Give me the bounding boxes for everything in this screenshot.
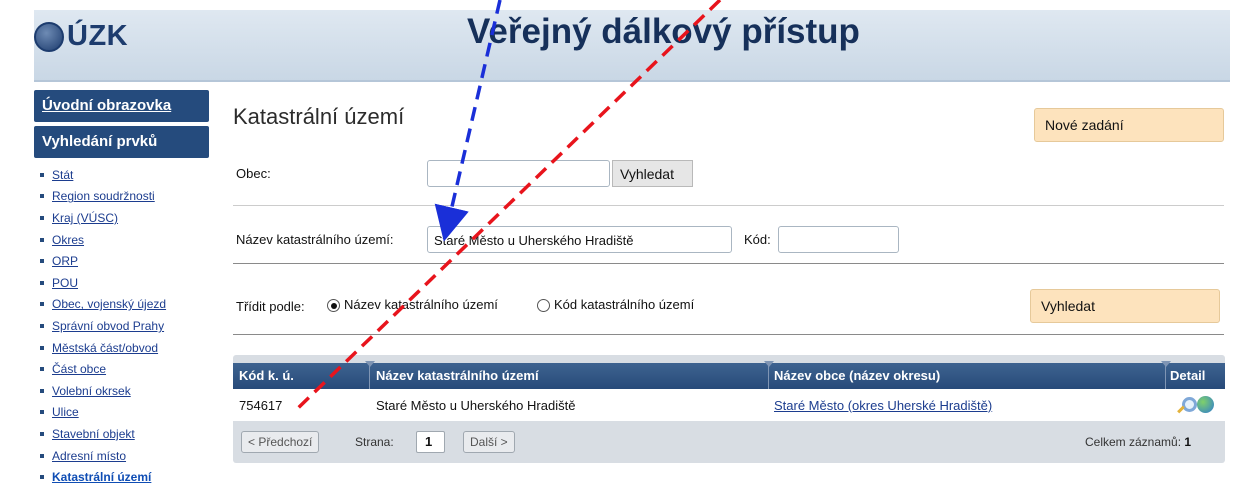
sidebar-item-label: Stát	[52, 167, 74, 182]
sidebar-item-pou[interactable]: POU	[34, 272, 209, 294]
sidebar-item-label: Region soudržnosti	[52, 189, 155, 204]
sidebar-item-stat[interactable]: Stát	[34, 164, 209, 186]
sort-option-label: Kód katastrálního území	[554, 297, 695, 312]
kod-label: Kód:	[744, 232, 771, 247]
bullet-icon	[40, 280, 44, 285]
pagination: < Předchozí Strana: 1 Další > Celkem záz…	[233, 421, 1225, 463]
bullet-icon	[40, 388, 44, 393]
column-header-obec[interactable]: Název obce (název okresu)	[774, 368, 940, 383]
column-header-nazev[interactable]: Název katastrálního území	[376, 368, 539, 383]
radio-selected-icon	[327, 299, 340, 313]
sort-option-label: Název katastrálního území	[344, 297, 498, 312]
total-label: Celkem záznamů:	[1085, 435, 1182, 449]
sidebar-item-label: Ulice	[52, 405, 79, 420]
bullet-icon	[40, 215, 44, 220]
magnifier-icon[interactable]	[1175, 395, 1197, 415]
bullet-icon	[40, 345, 44, 350]
new-query-button[interactable]: Nové zadání	[1034, 108, 1224, 142]
results-table: Kód k. ú. Název katastrálního území Náze…	[233, 355, 1225, 463]
sidebar: Úvodní obrazovka Vyhledání prvků Stát Re…	[34, 90, 209, 488]
divider	[233, 334, 1224, 335]
bullet-icon	[40, 323, 44, 328]
sidebar-item-region[interactable]: Region soudržnosti	[34, 186, 209, 208]
page-label: Strana:	[355, 435, 394, 449]
kod-input[interactable]	[778, 226, 899, 253]
sidebar-item-label: Část obce	[52, 362, 107, 377]
sidebar-home-link[interactable]: Úvodní obrazovka	[34, 90, 209, 122]
bullet-icon	[40, 302, 44, 307]
table-row[interactable]: 754617 Staré Město u Uherského Hradiště …	[233, 389, 1225, 421]
bullet-icon	[40, 367, 44, 372]
sidebar-item-label: Městská část/obvod	[52, 340, 159, 355]
sidebar-item-okres[interactable]: Okres	[34, 229, 209, 251]
logo-text: ÚZK	[67, 20, 129, 52]
sort-arrow-icon	[764, 361, 774, 367]
sidebar-item-adresni-misto[interactable]: Adresní místo	[34, 445, 209, 467]
bullet-icon	[40, 194, 44, 199]
cell-obec-link[interactable]: Staré Město (okres Uherské Hradiště)	[774, 398, 992, 413]
sidebar-item-label: Kraj (VÚSC)	[52, 210, 119, 225]
sort-by-code-radio[interactable]: Kód katastrálního území	[537, 297, 695, 313]
sidebar-item-volebni-okrsek[interactable]: Volební okrsek	[34, 380, 209, 402]
sort-by-name-radio[interactable]: Název katastrálního území	[327, 297, 498, 313]
obec-input[interactable]	[427, 160, 610, 187]
previous-page-button[interactable]: < Předchozí	[241, 431, 320, 453]
divider	[233, 263, 1224, 264]
globe-logo-icon	[34, 21, 64, 52]
sort-arrow-icon	[1161, 361, 1171, 367]
obec-search-button[interactable]: Vyhledat	[612, 160, 693, 187]
ku-name-label: Název katastrálního území:	[236, 232, 394, 247]
bullet-icon	[40, 410, 44, 415]
bullet-icon	[40, 172, 44, 177]
sidebar-item-katastralni-uzemi[interactable]: Katastrální území	[34, 466, 209, 488]
next-page-button[interactable]: Další >	[463, 431, 515, 453]
ku-name-input[interactable]: Staré Město u Uherského Hradiště	[427, 226, 732, 253]
sidebar-item-label: Volební okrsek	[52, 383, 131, 398]
obec-label: Obec:	[236, 166, 271, 181]
bullet-icon	[40, 453, 44, 458]
cell-nazev: Staré Město u Uherského Hradiště	[376, 398, 576, 413]
sidebar-item-label: Adresní místo	[52, 448, 127, 463]
cuzk-logo[interactable]: ÚZK	[34, 20, 128, 53]
sidebar-item-cast-obce[interactable]: Část obce	[34, 358, 209, 380]
page-title: Katastrální území	[233, 104, 405, 129]
detail-icons	[1175, 395, 1214, 415]
search-button[interactable]: Vyhledat	[1030, 289, 1220, 323]
sidebar-item-kraj[interactable]: Kraj (VÚSC)	[34, 207, 209, 229]
table-header: Kód k. ú. Název katastrálního území Náze…	[233, 361, 1225, 389]
sort-label: Třídit podle:	[236, 299, 305, 314]
sidebar-section-header[interactable]: Vyhledání prvků	[34, 126, 209, 158]
sidebar-item-label: POU	[52, 275, 79, 290]
divider	[233, 205, 1224, 206]
page-number-input[interactable]: 1	[416, 431, 445, 453]
radio-unselected-icon	[537, 299, 550, 313]
globe-icon[interactable]	[1197, 396, 1214, 413]
bullet-icon	[40, 475, 44, 480]
sidebar-item-label: Katastrální území	[52, 470, 152, 485]
sidebar-item-orp[interactable]: ORP	[34, 250, 209, 272]
sidebar-item-spravni-obvod[interactable]: Správní obvod Prahy	[34, 315, 209, 337]
cell-kod: 754617	[239, 398, 283, 413]
sidebar-item-stavebni-objekt[interactable]: Stavební objekt	[34, 423, 209, 445]
sidebar-item-label: Správní obvod Prahy	[52, 318, 165, 333]
sidebar-item-label: Okres	[52, 232, 85, 247]
sidebar-item-ulice[interactable]: Ulice	[34, 402, 209, 424]
sort-arrow-icon	[365, 361, 375, 367]
app-title: Veřejný dálkový přístup	[467, 12, 860, 51]
sidebar-item-mestska-cast[interactable]: Městská část/obvod	[34, 337, 209, 359]
sidebar-menu: Stát Region soudržnosti Kraj (VÚSC) Okre…	[34, 164, 209, 488]
sidebar-item-label: Stavební objekt	[52, 426, 135, 441]
bullet-icon	[40, 259, 44, 264]
bullet-icon	[40, 237, 44, 242]
sidebar-item-label: ORP	[52, 254, 79, 269]
sidebar-item-obec[interactable]: Obec, vojenský újezd	[34, 294, 209, 316]
sidebar-item-label: Obec, vojenský újezd	[52, 297, 167, 312]
bullet-icon	[40, 431, 44, 436]
column-header-kod[interactable]: Kód k. ú.	[239, 368, 294, 383]
column-header-detail: Detail	[1170, 368, 1206, 383]
total-value: 1	[1184, 435, 1192, 449]
total-records: Celkem záznamů: 1	[1085, 435, 1191, 449]
